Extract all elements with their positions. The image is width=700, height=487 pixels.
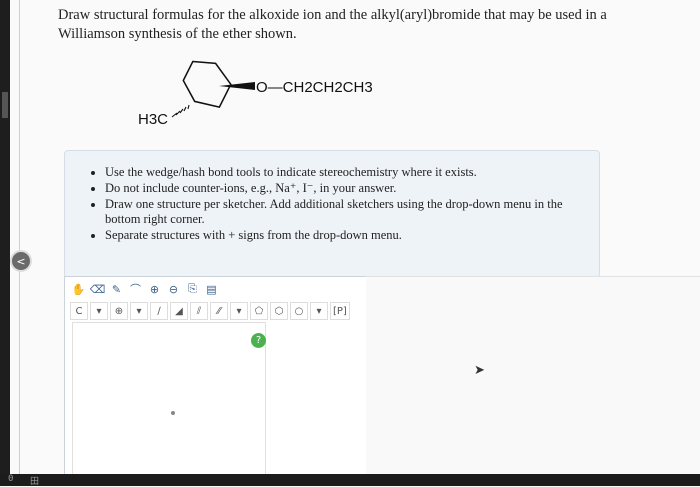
pencil-icon[interactable]: ✎ <box>108 281 125 297</box>
ring-cyclohexane-icon[interactable]: ○ <box>290 302 308 320</box>
chevron-down-icon[interactable]: ▾ <box>230 302 248 320</box>
single-bond-icon[interactable]: ∕ <box>150 302 168 320</box>
wedge-bond <box>219 82 255 90</box>
instruction-item: Use the wedge/hash bond tools to indicat… <box>105 165 599 180</box>
chevron-down-icon[interactable]: ▾ <box>90 302 108 320</box>
zoom-out-icon[interactable]: ⊖ <box>165 281 182 297</box>
canvas-dot <box>171 411 175 415</box>
zoom-in-icon[interactable]: ⊕ <box>146 281 163 297</box>
chevron-down-icon[interactable]: ▾ <box>130 302 148 320</box>
mouse-cursor-icon: ➤ <box>474 363 485 378</box>
sketcher-canvas[interactable] <box>72 322 266 480</box>
instruction-item: Draw one structure per sketcher. Add add… <box>105 197 599 227</box>
right-panel <box>366 276 700 477</box>
ether-substituent: O—CH2CH2CH3 <box>256 79 373 96</box>
paste-icon[interactable]: ▤ <box>203 281 220 297</box>
cyclopentane-ring <box>182 60 232 108</box>
collapse-arrow-button[interactable]: < <box>10 250 32 272</box>
element-dropdown[interactable]: C <box>70 302 88 320</box>
instruction-item: Do not include counter-ions, e.g., Na⁺, … <box>105 181 599 196</box>
chevron-down-icon[interactable]: ▾ <box>310 302 328 320</box>
eraser-icon[interactable]: ⌫ <box>89 281 106 297</box>
ring-hexagon-icon[interactable]: ⬡ <box>270 302 288 320</box>
question-text: Draw structural formulas for the alkoxid… <box>58 7 607 42</box>
instructions-list: Use the wedge/hash bond tools to indicat… <box>65 165 599 243</box>
hash-bond-icon[interactable]: ⫽ <box>190 302 208 320</box>
sketcher-toolbar-bottom: C ▾ ⊕ ▾ ∕ ◢ ⫽ ⁄⁄ ▾ ⬠ ⬡ ○ ▾ [P] <box>70 302 360 320</box>
wedge-bond-icon[interactable]: ◢ <box>170 302 188 320</box>
double-bond-icon[interactable]: ⁄⁄ <box>210 302 228 320</box>
help-icon[interactable]: ? <box>251 333 266 348</box>
taskbar-item: 0 <box>8 474 14 484</box>
window-bar-marker <box>2 92 8 118</box>
taskbar-item: 田 <box>30 477 40 487</box>
sketcher-toolbar-top: ✋ ⌫ ✎ ⌒ ⊕ ⊖ ⎘ ▤ <box>70 280 350 298</box>
left-window-bar <box>0 0 10 486</box>
ring-template-button[interactable]: [P] <box>330 302 350 320</box>
instruction-item: Separate structures with + signs from th… <box>105 228 599 243</box>
lasso-icon[interactable]: ⌒ <box>127 281 144 297</box>
copy-icon[interactable]: ⎘ <box>184 281 201 297</box>
instructions-panel: Use the wedge/hash bond tools to indicat… <box>64 150 600 278</box>
molecule-structure: O—CH2CH2CH3 H3C <box>138 60 373 128</box>
hash-bond <box>171 104 190 118</box>
charge-dropdown[interactable]: ⊕ <box>110 302 128 320</box>
methyl-label: H3C <box>138 111 168 128</box>
hand-icon[interactable]: ✋ <box>70 281 87 297</box>
bottom-taskbar: 0 田 <box>0 474 700 487</box>
ring-cyclopentane-icon[interactable]: ⬠ <box>250 302 268 320</box>
content-border <box>19 0 20 486</box>
